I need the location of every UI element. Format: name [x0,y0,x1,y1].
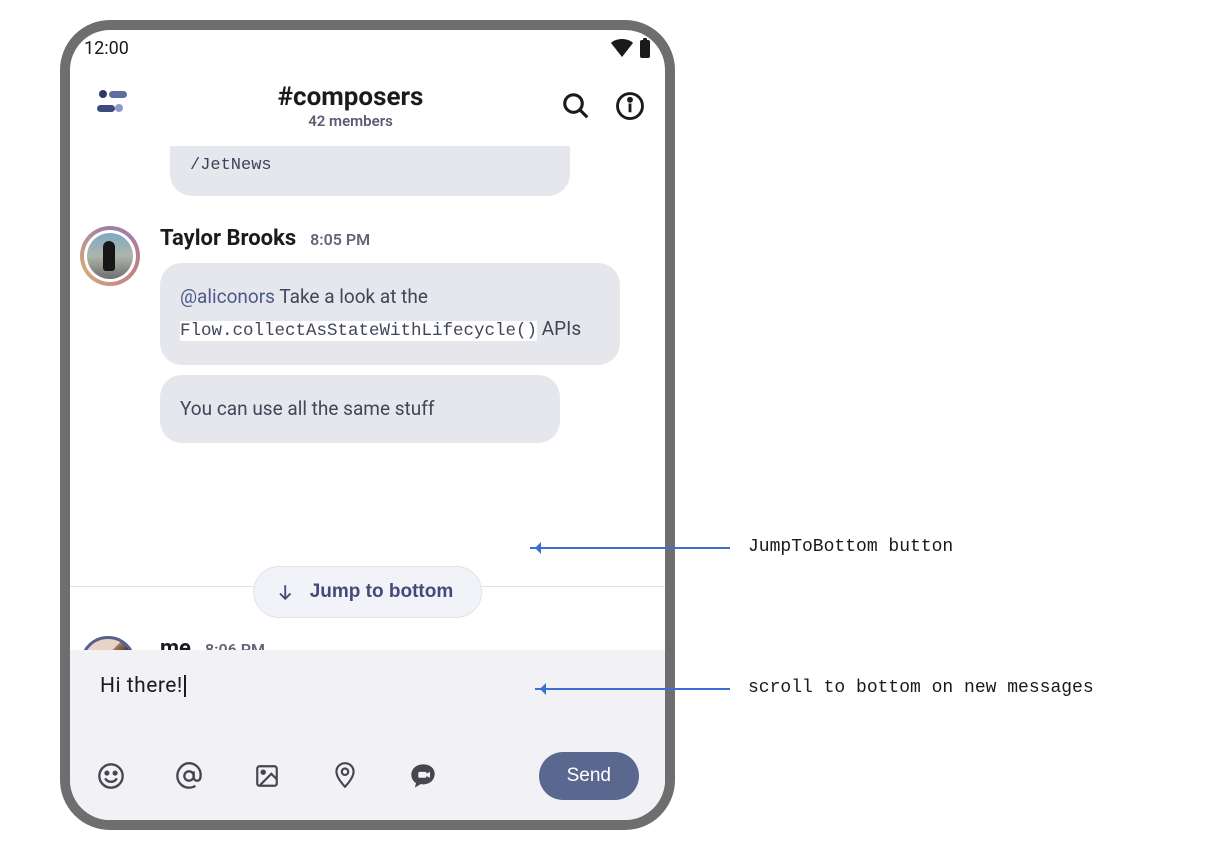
send-label: Send [567,765,611,786]
status-time: 12:00 [84,38,129,59]
message-group-taylor: Taylor Brooks 8:05 PM @aliconors Take a … [80,226,655,443]
composer-text-input[interactable]: Hi there! [100,674,635,698]
image-icon[interactable] [252,761,282,791]
avatar-taylor[interactable] [80,226,140,286]
info-icon[interactable] [615,91,645,121]
message-bubble[interactable]: @aliconors Take a look at the Flow.colle… [160,263,620,365]
composer-toolbar: Send [70,752,665,800]
message-bubble[interactable]: You can use all the same stuff [160,375,560,443]
msg-text: Take a look at the [275,285,428,308]
wifi-alert-icon [611,39,633,57]
emoji-icon[interactable] [96,761,126,791]
sender-name: Taylor Brooks [160,226,296,251]
annotation-arrow [535,688,730,690]
annotation-label: scroll to bottom on new messages [748,678,1094,698]
msg-text: You can use all the same stuff [180,397,434,420]
location-icon[interactable] [330,761,360,791]
sender-time: 8:05 PM [310,230,370,249]
annotation-arrow [530,547,730,549]
phone-frame: 12:00 #composers 42 members [60,20,675,830]
composer-value: Hi there! [100,674,183,698]
channel-info[interactable]: #composers 42 members [150,82,551,130]
msg-text: APIs [537,317,581,340]
mention-link[interactable]: @aliconors [180,285,275,308]
arrow-down-icon [276,583,294,601]
text-cursor [184,675,186,697]
channel-members: 42 members [150,112,551,130]
jump-label: Jump to bottom [310,581,454,603]
prev-fragment-text: /JetNews [190,156,272,175]
message-bubble-prev[interactable]: /JetNews [170,146,570,196]
video-call-icon[interactable] [408,761,438,791]
mention-icon[interactable] [174,761,204,791]
battery-icon [639,38,651,58]
message-composer: Hi there! Send [70,650,665,820]
chat-scroll-area[interactable]: /JetNews Taylor Brooks 8:05 PM @aliconor… [70,146,665,706]
status-bar: 12:00 [70,30,665,66]
status-right [611,38,651,58]
jump-to-bottom-button[interactable]: Jump to bottom [253,566,483,618]
send-button[interactable]: Send [539,752,639,800]
search-icon[interactable] [561,91,591,121]
app-header: #composers 42 members [70,66,665,146]
channel-name: #composers [150,82,551,112]
annotation-label: JumpToBottom button [748,537,953,557]
app-logo[interactable] [90,81,140,131]
inline-code: Flow.collectAsStateWithLifecycle() [180,321,537,341]
